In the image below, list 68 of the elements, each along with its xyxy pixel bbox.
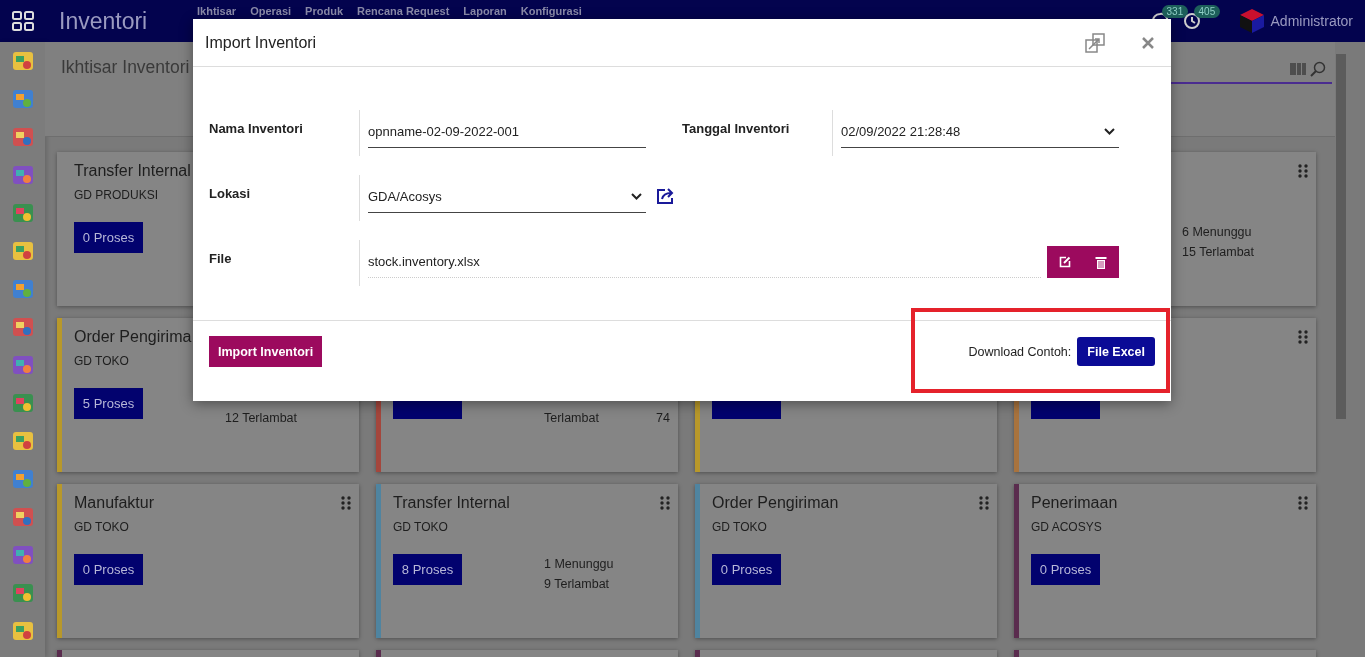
process-button[interactable]: 0 Proses bbox=[74, 222, 143, 253]
field-label: File bbox=[209, 250, 233, 268]
import-button[interactable]: Import Inventori bbox=[209, 336, 323, 367]
select-field[interactable]: 02/09/2022 21:28:48 bbox=[841, 116, 1119, 148]
process-button[interactable]: 0 Proses bbox=[712, 554, 781, 585]
location-label: GD TOKO bbox=[712, 520, 767, 534]
file-field[interactable]: stock.inventory.xlsx bbox=[368, 246, 1041, 278]
card-title: Transfer Internal bbox=[393, 494, 510, 512]
edit-icon bbox=[1059, 256, 1071, 268]
location-label: GD TOKO bbox=[74, 520, 129, 534]
late-count: 12 Terlambat bbox=[225, 410, 298, 427]
drag-handle-icon[interactable] bbox=[1298, 164, 1308, 178]
location-label: GD ACOSYS bbox=[1031, 520, 1102, 534]
field-label: Tanggal Inventori bbox=[682, 120, 791, 138]
drag-handle-icon[interactable] bbox=[660, 496, 670, 510]
user-name[interactable]: Administrator bbox=[1270, 13, 1353, 29]
card-title: Order Pengirima bbox=[74, 328, 192, 346]
field-label: Nama Inventori bbox=[209, 120, 304, 138]
scrollbar-thumb[interactable] bbox=[1336, 54, 1346, 419]
input-field[interactable]: opnname-02-09-2022-001 bbox=[368, 116, 646, 148]
card-title: Transfer Internal bbox=[74, 162, 191, 180]
search-icon[interactable] bbox=[1310, 61, 1326, 77]
field-label: Lokasi bbox=[209, 185, 252, 203]
select-value: 02/09/2022 21:28:48 bbox=[841, 124, 961, 139]
drag-handle-icon[interactable] bbox=[979, 496, 989, 510]
waiting-count: 1 Menunggu bbox=[544, 556, 614, 573]
page-title: Ikhtisar Inventori bbox=[60, 56, 191, 79]
late-count: 15 Terlambat bbox=[1182, 244, 1255, 261]
chevron-down-icon bbox=[1104, 128, 1115, 135]
process-button[interactable]: 0 Proses bbox=[1031, 554, 1100, 585]
select-field[interactable]: GDA/Acosys bbox=[368, 181, 646, 213]
trash-icon bbox=[1095, 255, 1107, 269]
card-title: Order Pengiriman bbox=[712, 494, 839, 512]
nav-menu-item[interactable]: Laporan bbox=[463, 5, 507, 17]
chevron-down-icon bbox=[631, 193, 642, 200]
nav-menu-item[interactable]: Produk bbox=[305, 5, 343, 17]
select-value: GDA/Acosys bbox=[368, 189, 442, 204]
expand-icon[interactable] bbox=[1085, 32, 1105, 53]
external-edit-icon[interactable] bbox=[656, 187, 676, 205]
barcode-icon[interactable] bbox=[1290, 62, 1306, 76]
late-number: 74 bbox=[656, 410, 670, 427]
nav-menu-item[interactable]: Operasi bbox=[250, 5, 292, 17]
process-button[interactable]: 5 Proses bbox=[74, 388, 143, 419]
drag-handle-icon[interactable] bbox=[1298, 496, 1308, 510]
process-button[interactable]: 0 Proses bbox=[74, 554, 143, 585]
process-button[interactable]: 8 Proses bbox=[393, 554, 462, 585]
app-title: Inventori bbox=[59, 7, 149, 35]
avatar-cube-icon[interactable] bbox=[1238, 8, 1265, 34]
nav-menu-item[interactable]: Rencana Request bbox=[357, 5, 450, 17]
close-icon[interactable] bbox=[1141, 35, 1155, 50]
apps-grid-icon[interactable] bbox=[12, 11, 34, 31]
card-title: Manufaktur bbox=[74, 494, 155, 512]
waiting-count: 6 Menunggu bbox=[1182, 224, 1252, 241]
location-label: GD TOKO bbox=[74, 354, 129, 368]
card-title: Penerimaan bbox=[1031, 494, 1118, 512]
file-excel-button[interactable]: File Excel bbox=[1077, 337, 1155, 366]
nav-menu-item[interactable]: Ikhtisar bbox=[197, 5, 237, 17]
download-label: Download Contoh: bbox=[968, 344, 1072, 359]
late-count: Terlambat bbox=[544, 410, 599, 427]
nav-menu-item[interactable]: Konfigurasi bbox=[520, 5, 582, 17]
location-label: GD PRODUKSI bbox=[74, 188, 158, 202]
dialog-title: Import Inventori bbox=[205, 33, 317, 52]
location-label: GD TOKO bbox=[393, 520, 448, 534]
drag-handle-icon[interactable] bbox=[341, 496, 351, 510]
drag-handle-icon[interactable] bbox=[1298, 330, 1308, 344]
count-badge: 405 bbox=[1193, 5, 1221, 18]
late-count: 9 Terlambat bbox=[544, 576, 610, 593]
count-badge: 331 bbox=[1161, 5, 1189, 18]
